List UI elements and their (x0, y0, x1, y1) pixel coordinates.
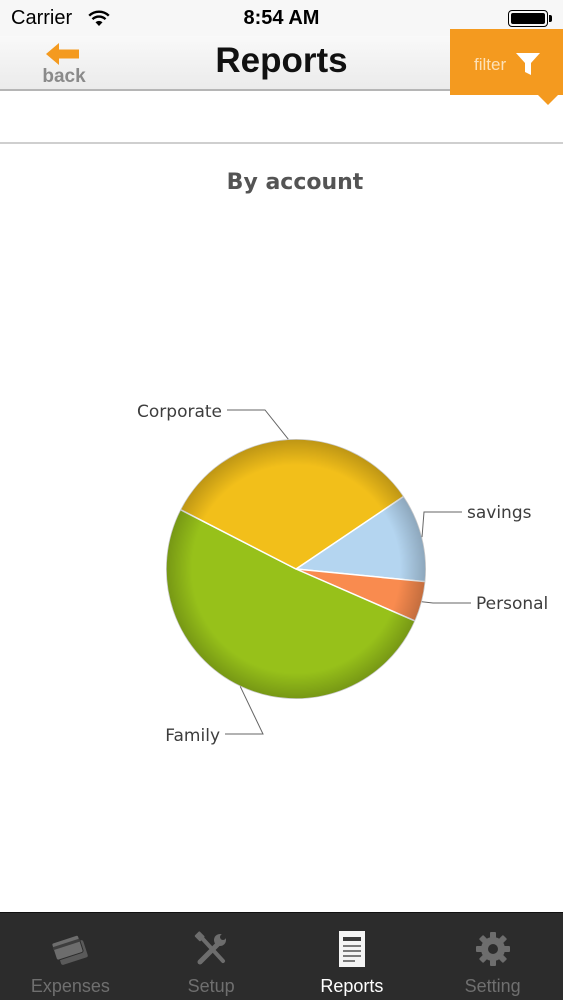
credit-card-icon (51, 934, 89, 965)
pie-rim-shading (166, 439, 426, 699)
slice-label: Family (165, 726, 220, 746)
leader-line (421, 601, 471, 604)
tab-setting[interactable]: Setting (422, 913, 563, 1000)
pie-chart: savings Personal Family Corporate (137, 402, 548, 746)
tab-label: Setup (187, 976, 235, 996)
chart-title: By account (226, 170, 364, 195)
funnel-icon (516, 53, 540, 75)
back-arrow-icon (46, 43, 79, 65)
filter-label: filter (474, 55, 507, 74)
tools-icon (194, 931, 227, 965)
slice-label: savings (467, 503, 532, 523)
tab-setup[interactable]: Setup (141, 913, 282, 1000)
divider (0, 142, 563, 144)
tab-label: Reports (320, 976, 384, 996)
clock: 8:54 AM (243, 7, 320, 29)
report-document-icon (338, 931, 365, 967)
slice-label: Personal (476, 594, 548, 614)
tab-reports[interactable]: Reports (282, 913, 423, 1000)
back-button[interactable]: back (36, 40, 94, 88)
gear-icon (475, 932, 510, 966)
leader-line (421, 511, 462, 538)
filter-button[interactable]: filter (450, 29, 563, 105)
battery-icon (508, 10, 552, 27)
leader-line (227, 409, 289, 440)
tab-label: Setting (464, 976, 521, 996)
tab-bar: Expenses Setup Reports Setting (0, 912, 563, 1000)
back-label: back (42, 66, 86, 87)
tab-label: Expenses (30, 976, 110, 996)
tab-expenses[interactable]: Expenses (0, 913, 141, 1000)
slice-label: Corporate (137, 402, 222, 422)
